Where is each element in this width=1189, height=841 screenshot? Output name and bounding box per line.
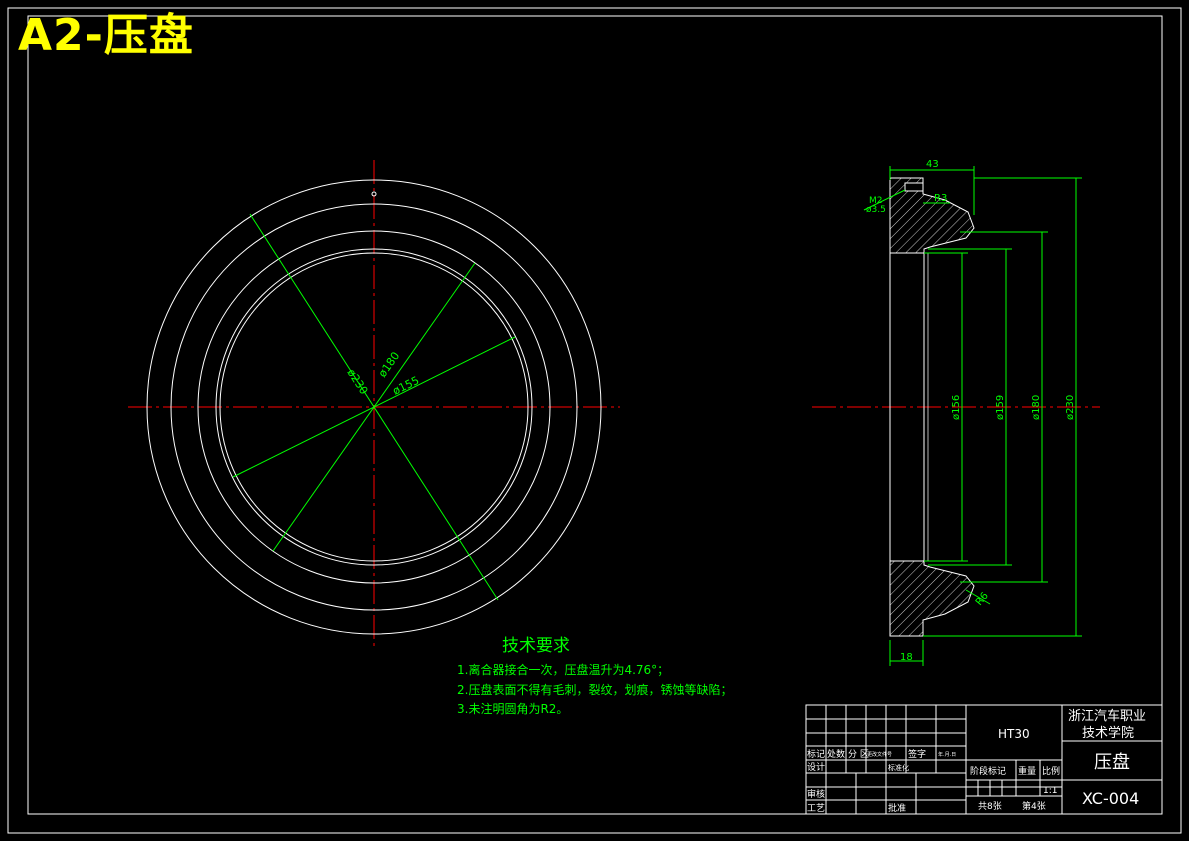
dim-text-180: ø180 [376, 350, 403, 380]
thread-hole [904, 182, 924, 192]
sheet-number: 第4张 [1022, 800, 1046, 812]
dim-text-43: 43 [926, 159, 939, 170]
material: HT30 [998, 727, 1030, 741]
school-line2: 技术学院 [1082, 725, 1134, 741]
section-view: 43 18 R3 M2 ø3.5 R6 ø156 ø159 ø180 ø230 [812, 159, 1100, 666]
drawing-number: XC-004 [1082, 789, 1139, 808]
dim-text-230s: ø230 [1065, 395, 1076, 420]
section-top-hatch [889, 177, 975, 254]
label-stage: 阶段标记 [970, 765, 1006, 777]
dim-text-r3: R3 [934, 193, 947, 204]
drawing-sheet: ø230 ø180 ø155 43 18 R3 M2 ø3.5 R6 ø156 … [7, 7, 1182, 834]
label-weight: 重量 [1018, 765, 1036, 777]
sheets-total: 共8张 [978, 801, 1002, 812]
label-approve: 批准 [888, 802, 906, 814]
tech-item-2: 2.压盘表面不得有毛刺，裂纹，划痕，锈蚀等缺陷； [457, 682, 732, 697]
label-date: 年.月.日 [938, 751, 956, 758]
front-view: ø230 ø180 ø155 [128, 160, 620, 650]
section-bottom-hatch [889, 560, 975, 637]
label-docno: 更改文件号 [867, 751, 892, 758]
dim-text-180s: ø180 [1031, 395, 1042, 420]
label-scale: 比例 [1042, 765, 1060, 777]
tech-requirements: 技术要求 1.离合器接合一次，压盘温升为4.76°； 2.压盘表面不得有毛刺，裂… [457, 636, 732, 716]
dim-text-156: ø156 [951, 395, 962, 420]
label-craft: 工艺 [807, 803, 825, 814]
dim-text-18: 18 [900, 652, 913, 663]
sheet-title: A2-压盘 [18, 10, 194, 61]
tech-item-3: 3.未注明圆角为R2。 [457, 701, 568, 716]
label-review: 审核 [807, 788, 825, 800]
part-name: 压盘 [1094, 752, 1130, 773]
label-mark: 标记 [807, 748, 825, 760]
scale-value: 1:1 [1043, 786, 1057, 796]
dim-text-230: ø230 [344, 367, 370, 397]
tech-heading: 技术要求 [502, 636, 570, 656]
dim-text-m2-depth: ø3.5 [866, 205, 886, 215]
school-line1: 浙江汽车职业 [1068, 708, 1146, 724]
dim-text-159: ø159 [995, 395, 1006, 420]
label-standard: 标准化 [888, 763, 909, 772]
label-sign: 签字 [908, 748, 926, 760]
title-block-text: HT30 浙江汽车职业 技术学院 压盘 XC-004 标记 处数 分 区 更改文… [807, 708, 1146, 814]
dim-text-r6: R6 [974, 591, 991, 608]
label-count: 处数 [827, 748, 845, 760]
label-design: 设计 [807, 761, 825, 773]
label-zone: 分 区 [848, 749, 869, 760]
tech-item-1: 1.离合器接合一次，压盘温升为4.76°； [457, 662, 669, 677]
